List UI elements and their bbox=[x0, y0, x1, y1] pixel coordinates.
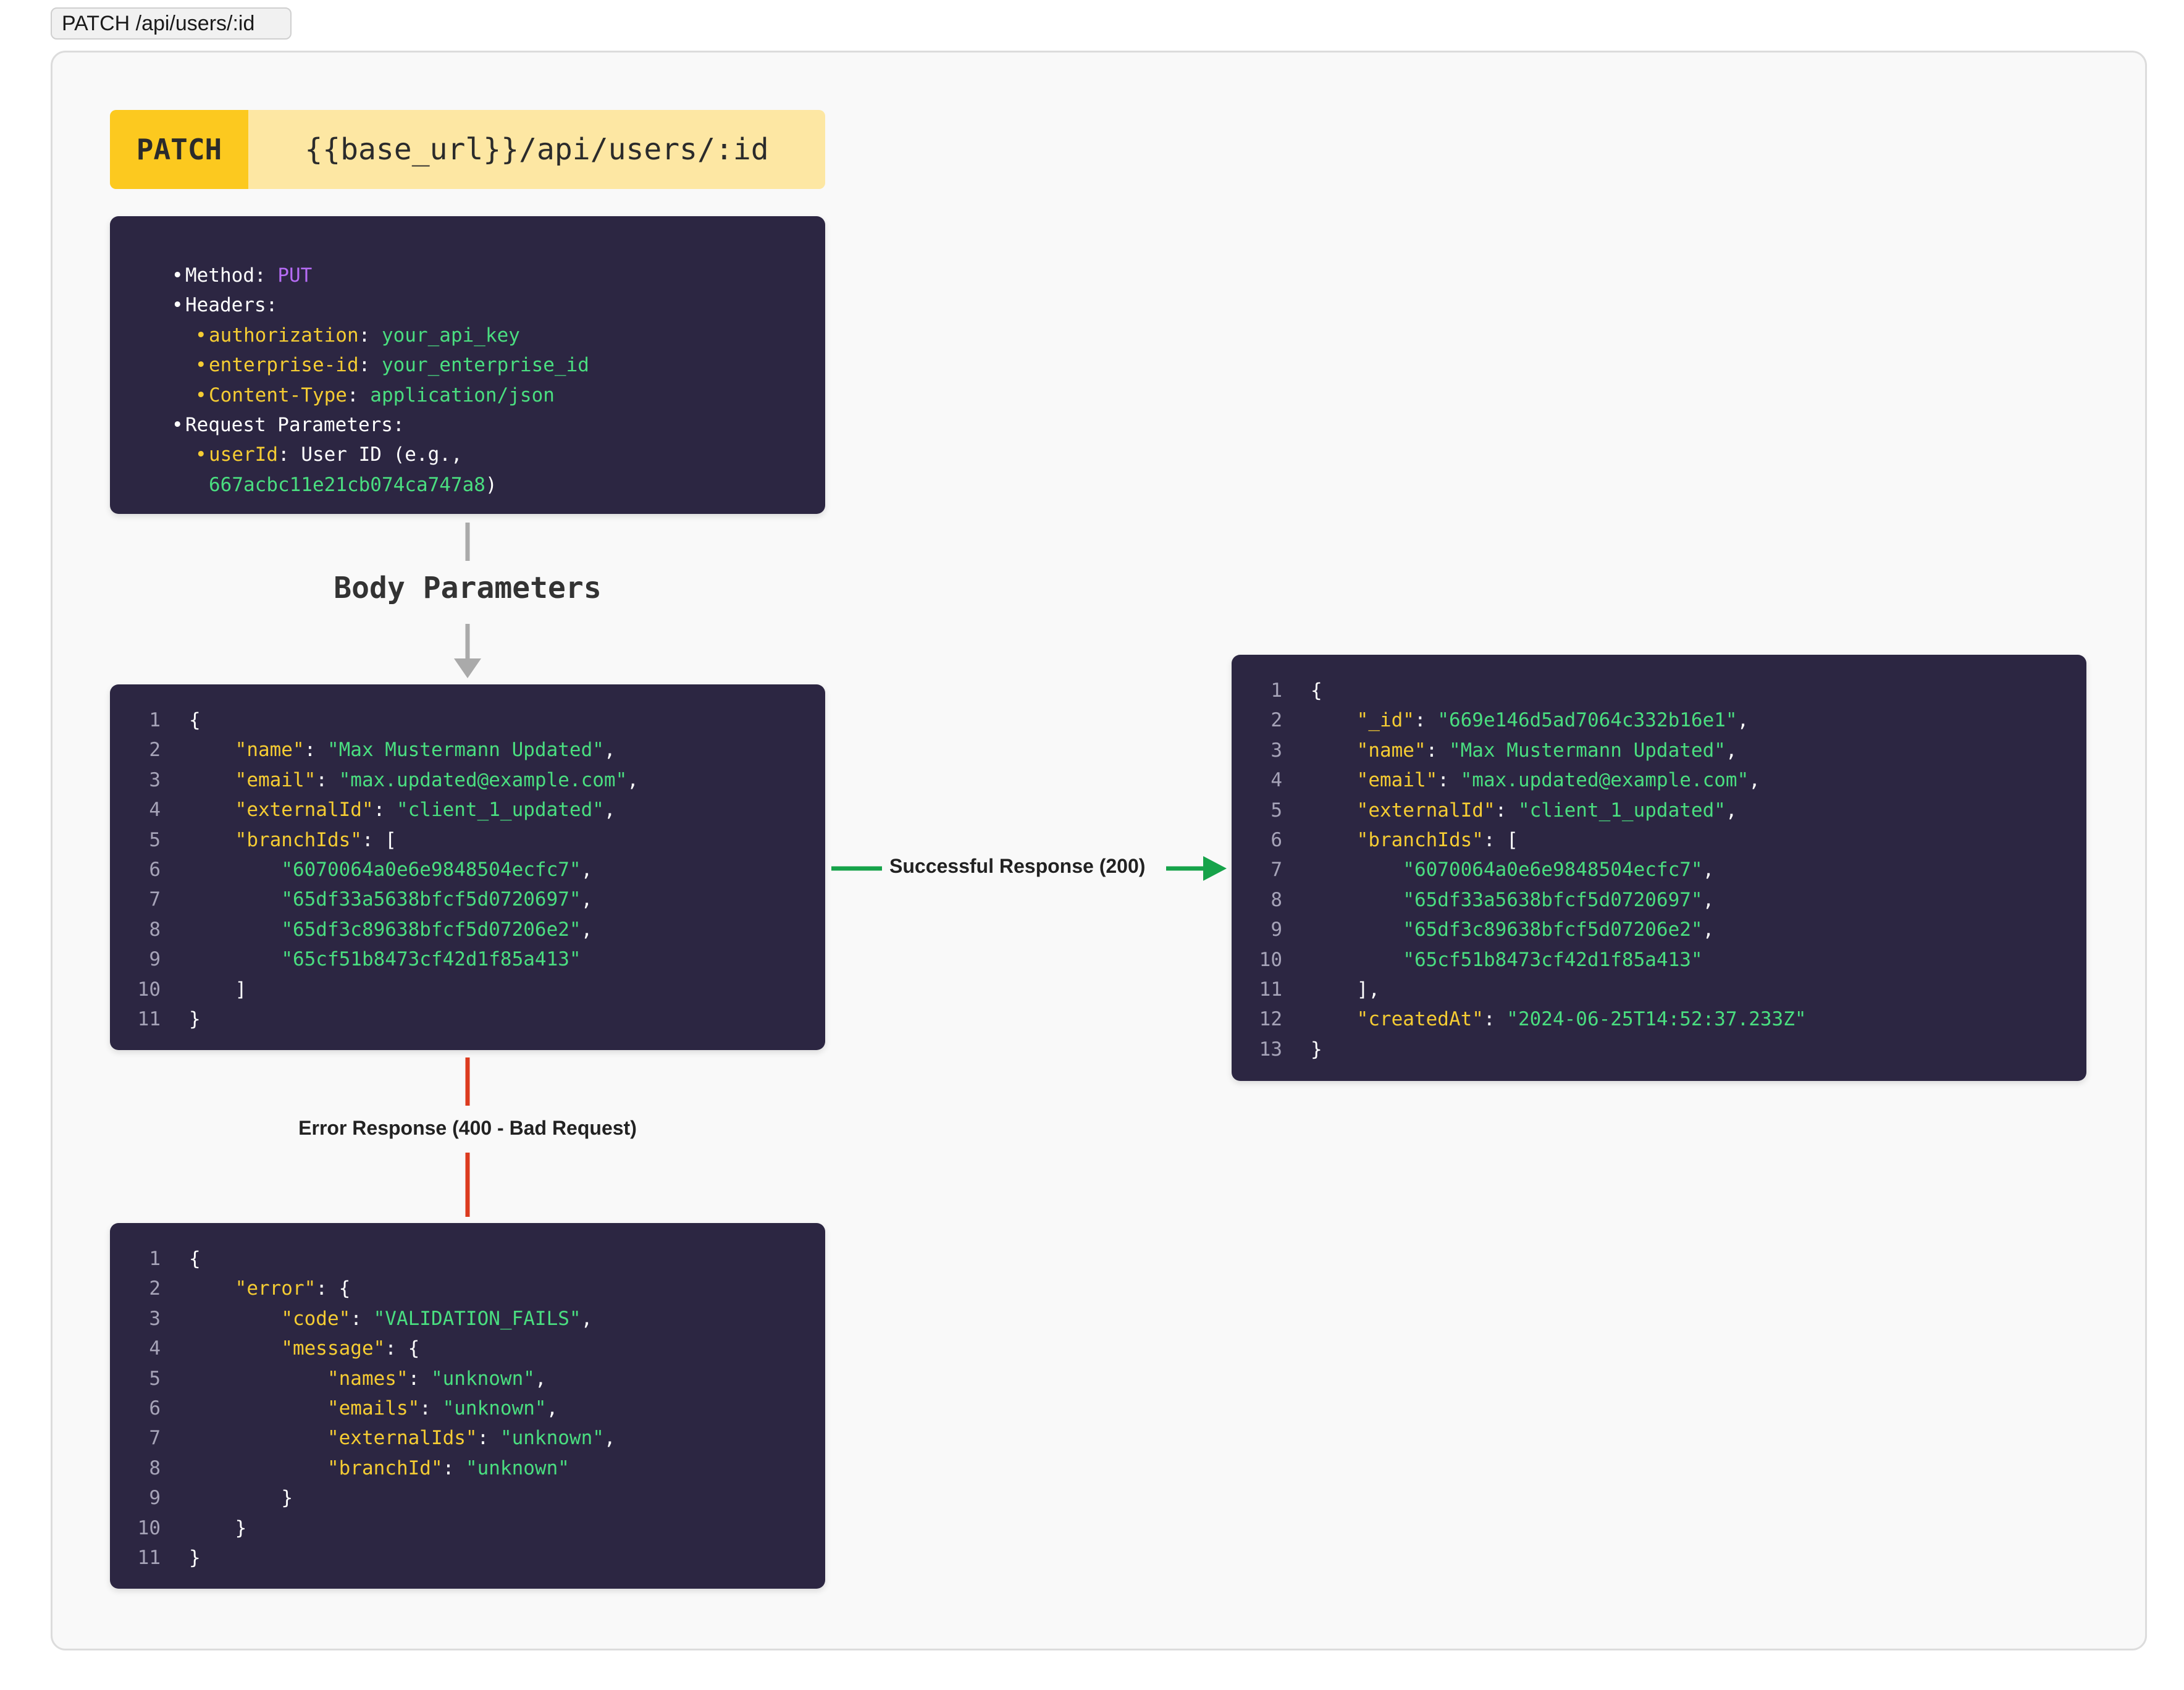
error-response-label: Error Response (400 - Bad Request) bbox=[298, 1117, 637, 1139]
arrow-head-icon bbox=[1203, 856, 1227, 881]
connector-layer bbox=[454, 523, 1227, 1217]
arrow-head-icon bbox=[454, 658, 481, 678]
success-response-label: Successful Response (200) bbox=[889, 855, 1146, 877]
